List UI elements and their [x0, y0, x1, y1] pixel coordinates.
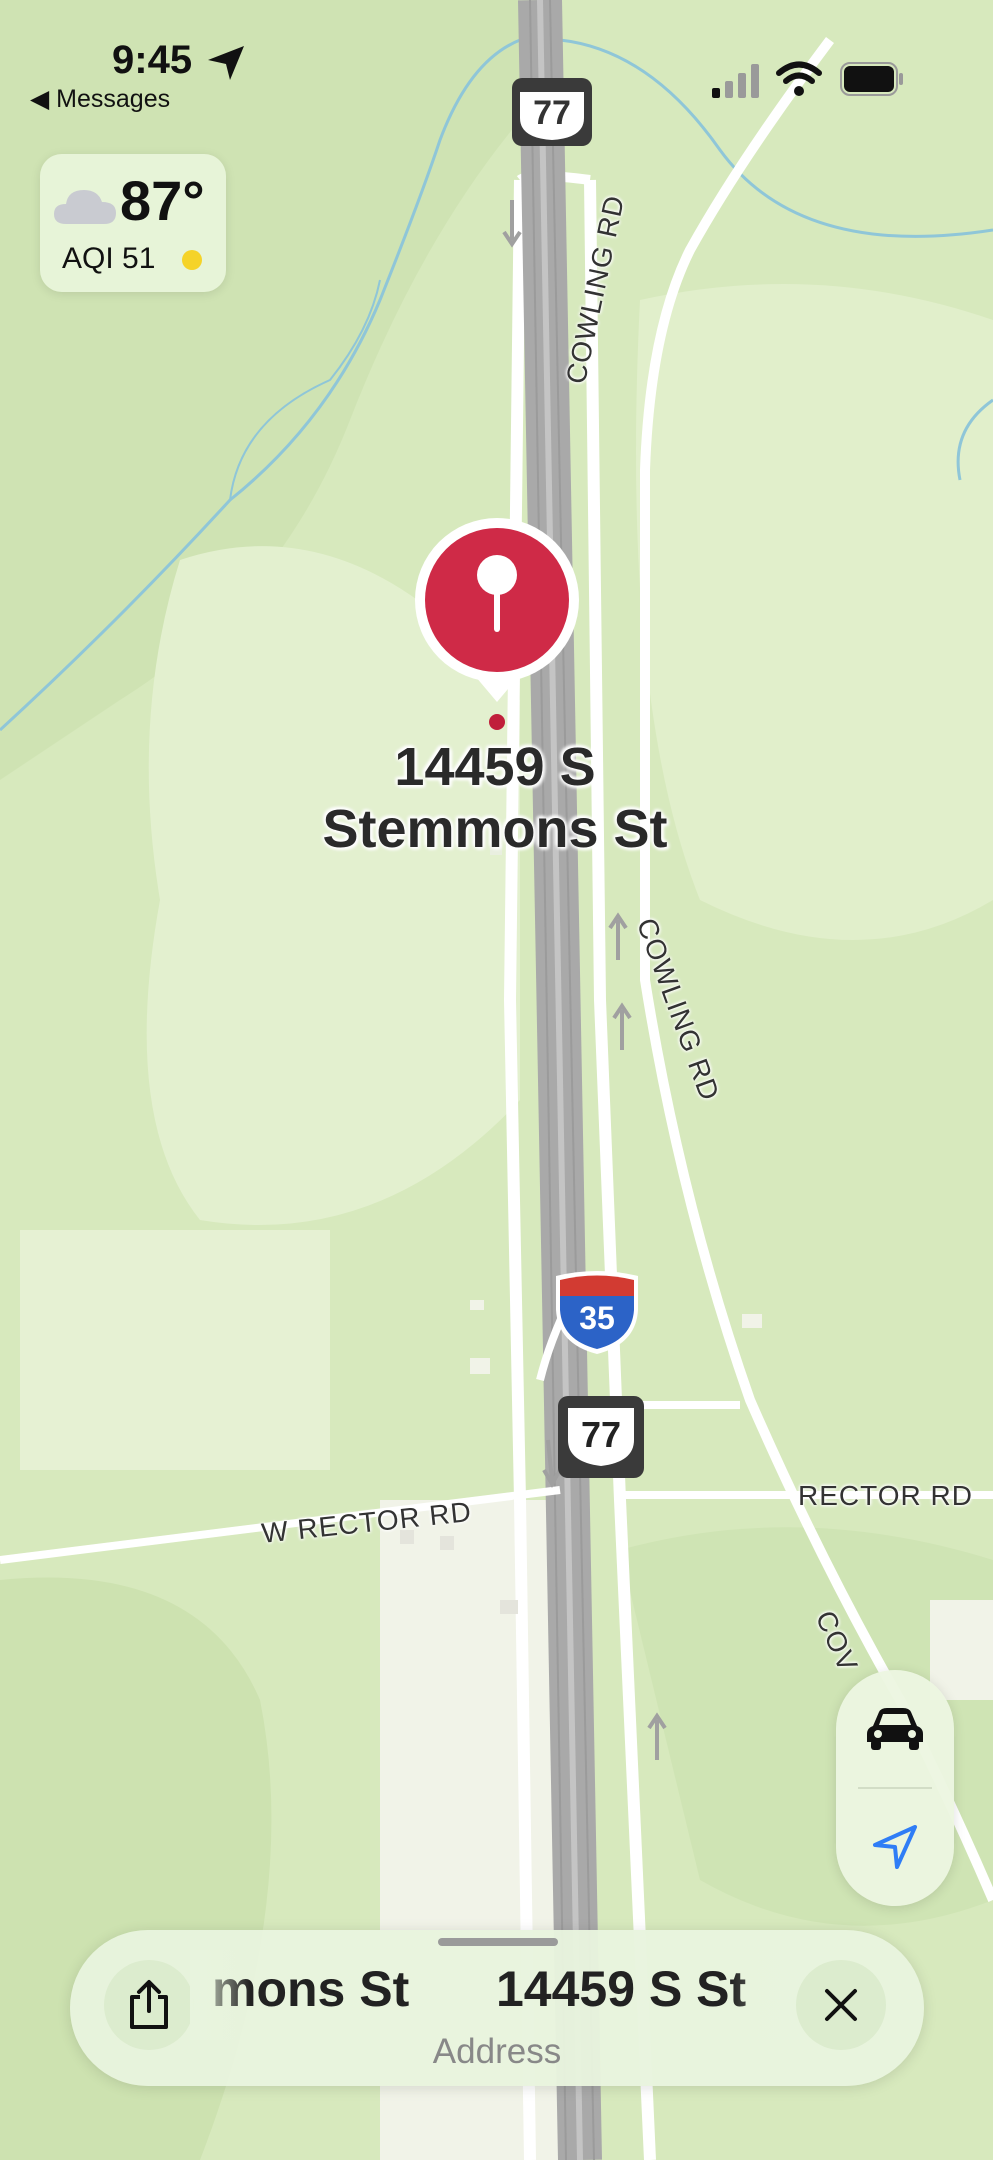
driving-mode-button[interactable] [836, 1670, 954, 1788]
place-title-scroll-b: 14459 S St [496, 1960, 746, 2018]
car-icon [867, 1708, 923, 1750]
cloud-icon [54, 190, 116, 224]
pin-label-line2: Stemmons St [322, 799, 668, 859]
map-controls [836, 1670, 954, 1906]
title-fade-left [190, 1950, 250, 2040]
pin-label-line1: 14459 S [394, 737, 596, 797]
back-to-messages[interactable]: ◀ Messages [30, 84, 170, 114]
place-card[interactable]: mons St 14459 S St Address [70, 1930, 924, 2086]
place-subtitle: Address [432, 2032, 562, 2071]
weather-widget[interactable]: 87° AQI 51 [40, 154, 226, 292]
battery-icon [840, 62, 903, 96]
location-arrow-icon [873, 1825, 917, 1869]
sheet-grabber[interactable] [438, 1938, 558, 1946]
interstate-35-number: 35 [579, 1300, 615, 1336]
status-time: 9:45 [112, 38, 193, 82]
temperature: 87° [120, 169, 205, 232]
place-title-number: 14459 [496, 1961, 649, 2017]
air-quality-index: AQI 51 [62, 242, 156, 275]
close-icon [825, 1989, 857, 2021]
pin-address-label: 14459 S Stemmons St [230, 736, 760, 860]
road-label-rector-rd: RECTOR RD [798, 1480, 973, 1511]
aqi-status-dot [182, 250, 202, 270]
current-location-button[interactable] [836, 1788, 954, 1906]
cellular-signal-icon [712, 64, 759, 98]
location-services-icon [208, 46, 244, 80]
us-77-shield-number: 77 [580, 1414, 622, 1455]
wifi-icon [776, 61, 822, 96]
share-icon [130, 1980, 168, 2029]
us-77-shield-number-top: 77 [533, 94, 571, 132]
